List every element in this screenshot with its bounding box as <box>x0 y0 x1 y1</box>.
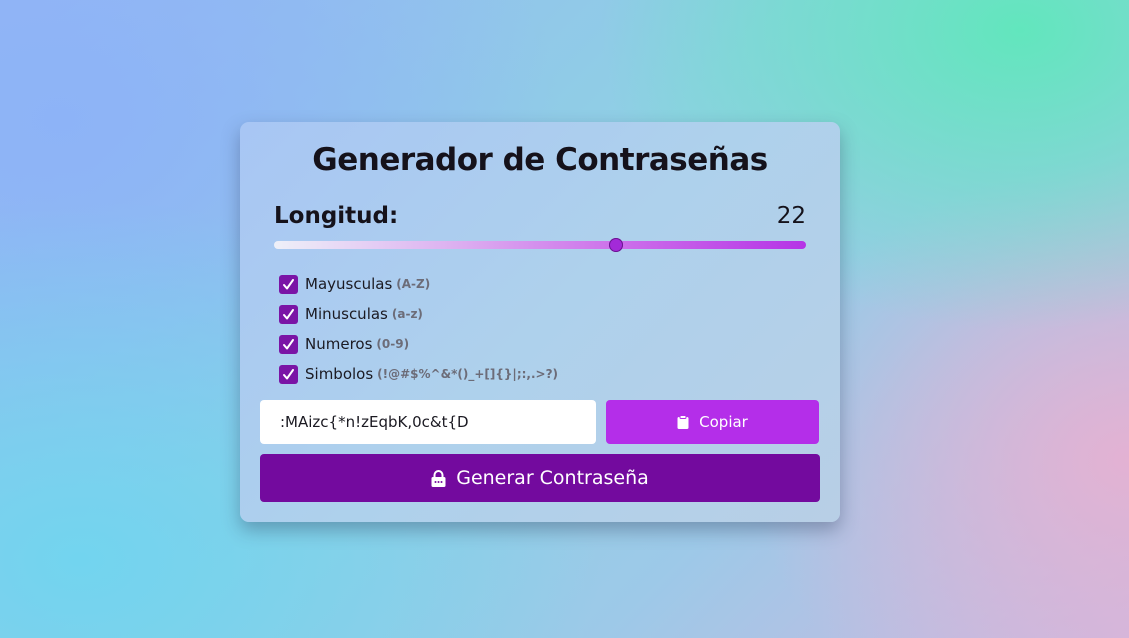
length-value: 22 <box>776 203 806 229</box>
page-title: Generador de Contraseñas <box>312 142 768 178</box>
option-numbers[interactable]: Numeros (0-9) <box>279 329 558 359</box>
option-hint: (A-Z) <box>396 277 431 291</box>
lowercase-checkbox[interactable] <box>279 304 298 324</box>
slider-track[interactable] <box>274 241 806 249</box>
checkmark-icon <box>283 368 294 379</box>
generate-password-button[interactable]: Generar Contraseña <box>260 454 820 502</box>
option-lowercase[interactable]: Minusculas (a-z) <box>279 299 558 329</box>
symbols-checkbox[interactable] <box>279 364 298 384</box>
checkmark-icon <box>283 308 294 319</box>
length-slider[interactable] <box>274 238 806 252</box>
numbers-checkbox[interactable] <box>279 334 298 354</box>
option-hint: (!@#$%^&*()_+[]{}|;:,.>?) <box>377 367 559 381</box>
option-label: Simbolos <box>305 365 374 383</box>
option-hint: (0-9) <box>376 337 410 351</box>
option-hint: (a-z) <box>391 307 423 321</box>
options-list: Mayusculas (A-Z) Minusculas (a-z) Numero… <box>279 269 558 389</box>
checkmark-icon <box>283 278 294 289</box>
generate-button-label: Generar Contraseña <box>456 467 649 489</box>
length-label: Longitud: <box>274 203 399 229</box>
uppercase-checkbox[interactable] <box>279 274 298 294</box>
option-label: Mayusculas <box>305 275 393 293</box>
lock-icon <box>431 469 446 487</box>
option-label: Numeros <box>305 335 373 353</box>
option-label: Minusculas <box>305 305 388 323</box>
option-uppercase[interactable]: Mayusculas (A-Z) <box>279 269 558 299</box>
slider-thumb[interactable] <box>609 238 623 252</box>
checkmark-icon <box>283 338 294 349</box>
option-symbols[interactable]: Simbolos (!@#$%^&*()_+[]{}|;:,.>?) <box>279 359 558 389</box>
password-output-field[interactable] <box>260 400 596 444</box>
clipboard-icon <box>677 415 689 429</box>
copy-button[interactable]: Copiar <box>606 400 819 444</box>
copy-button-label: Copiar <box>699 413 748 431</box>
password-generator-card: Generador de Contraseñas Longitud: 22 Ma… <box>240 122 840 522</box>
